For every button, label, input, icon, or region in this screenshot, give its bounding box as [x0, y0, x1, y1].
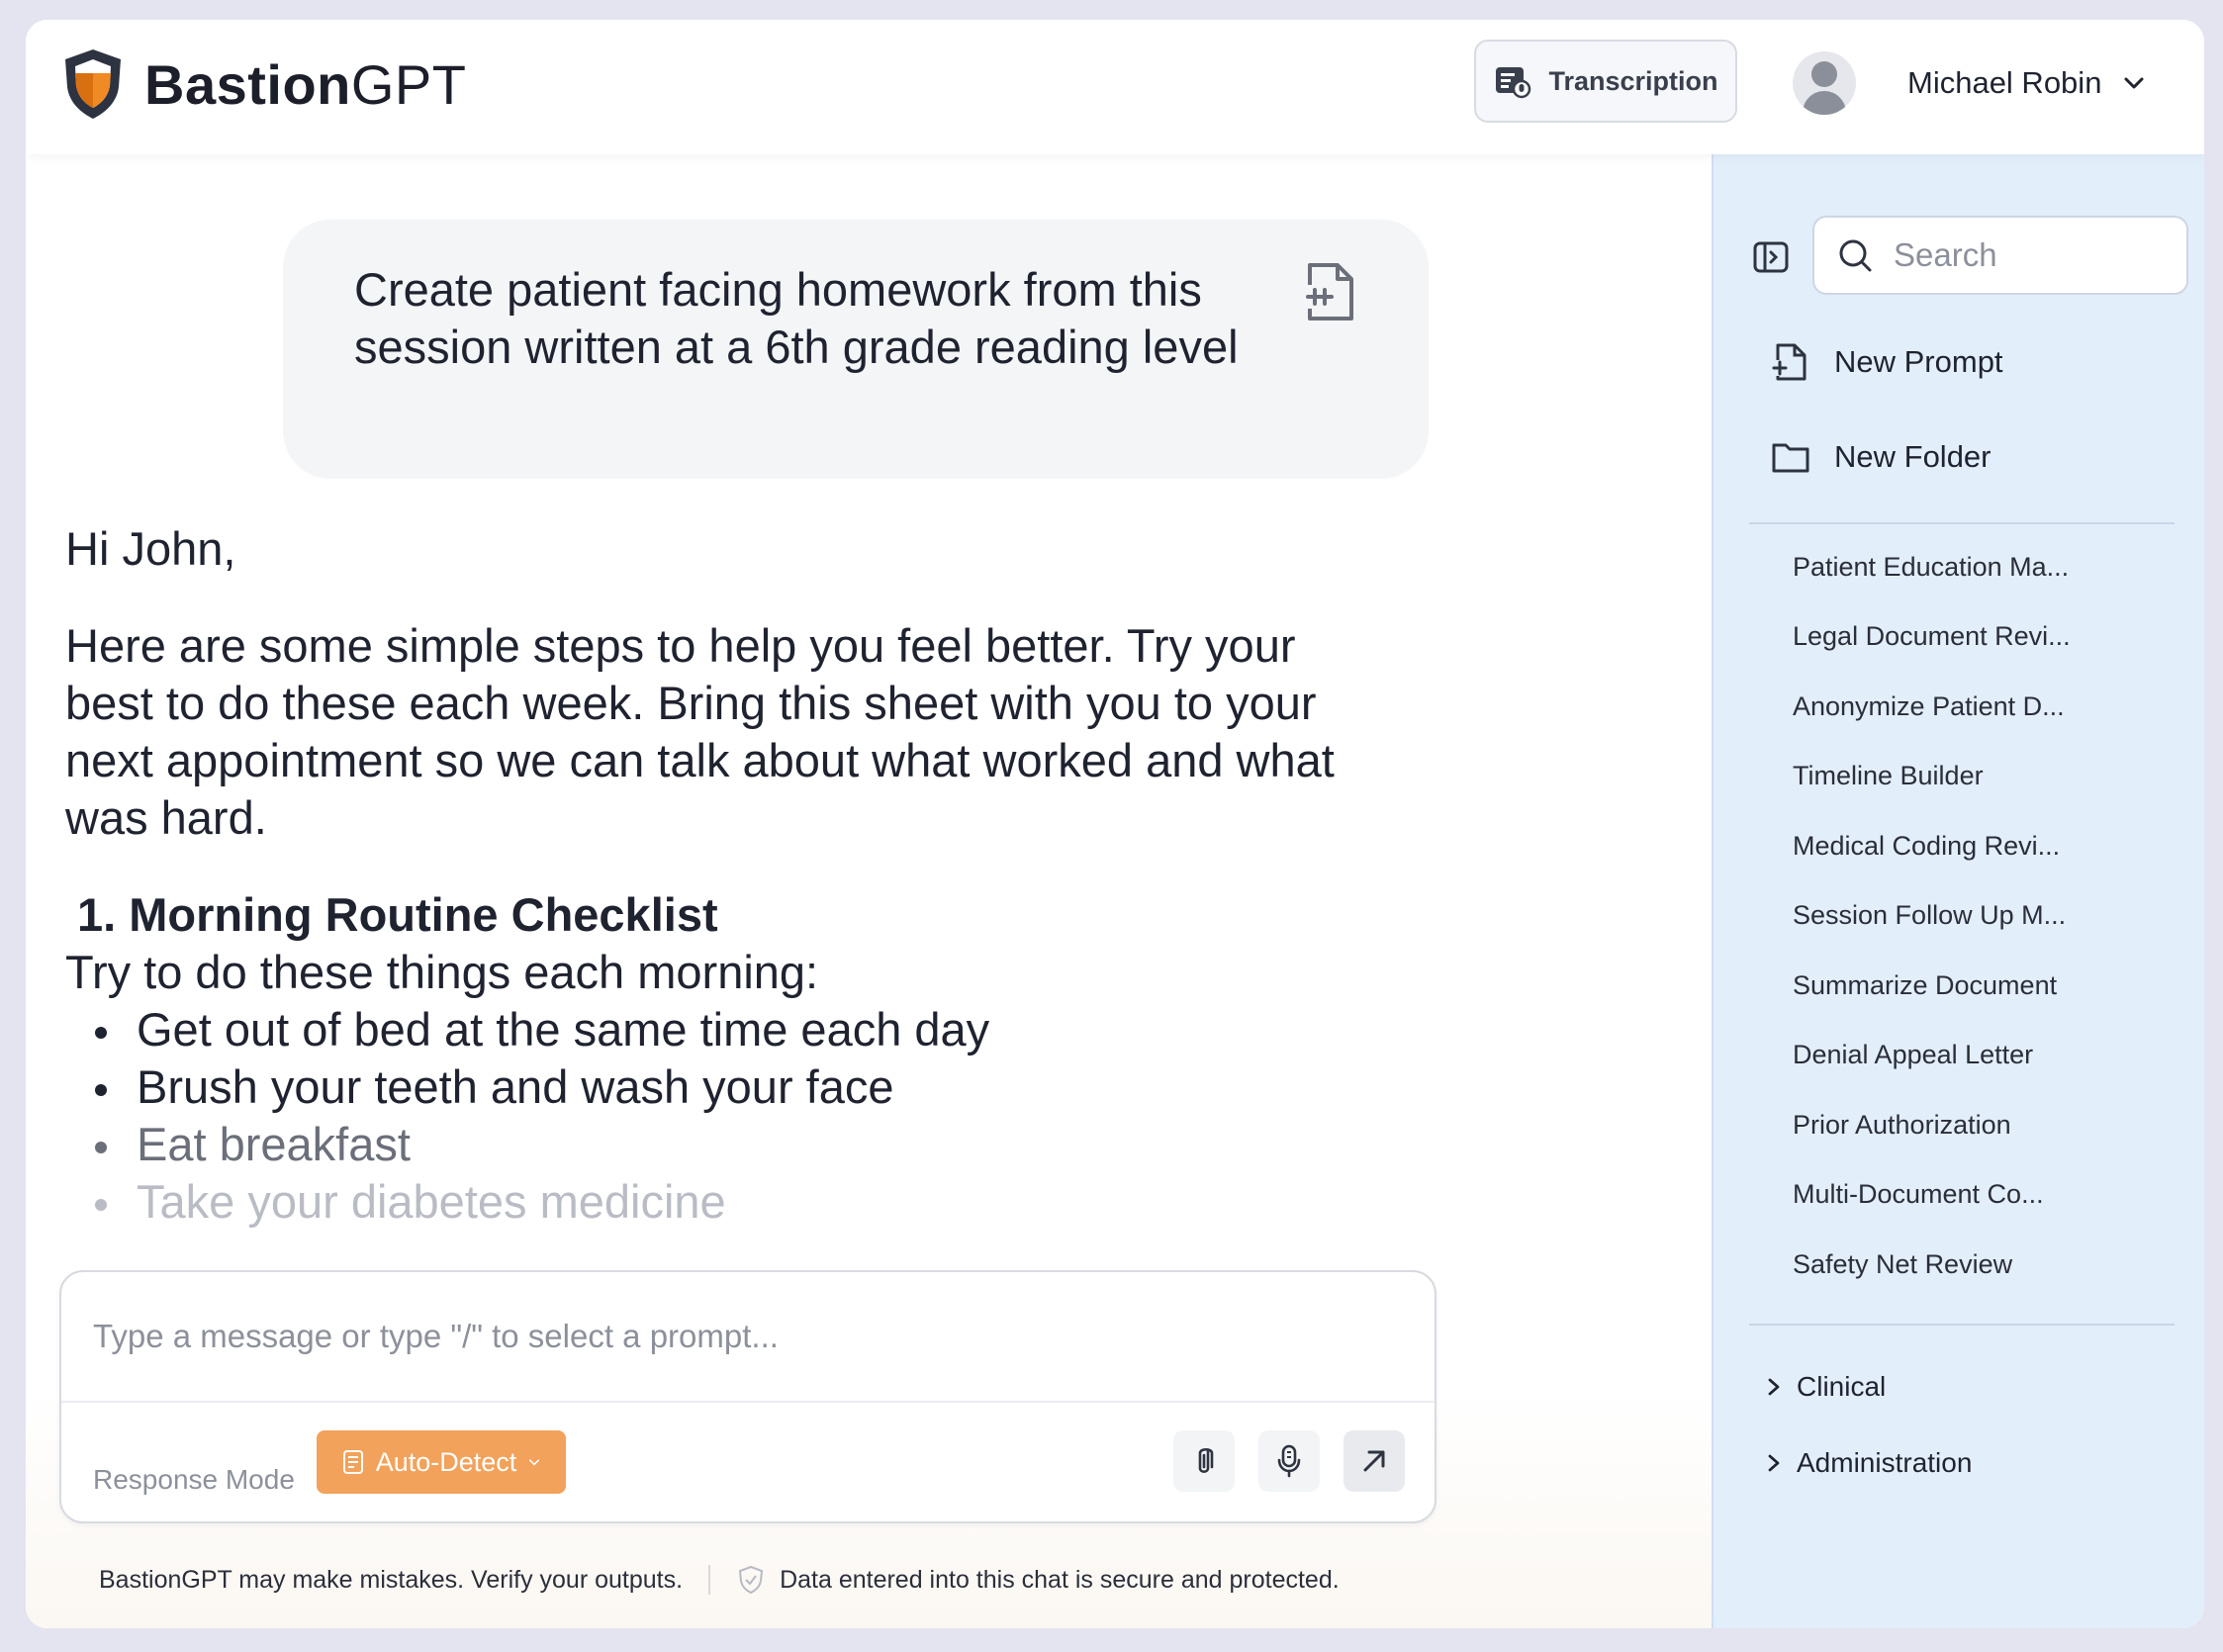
- prompt-item[interactable]: Medical Coding Revi...: [1793, 811, 2178, 881]
- user-menu[interactable]: Michael Robin: [1793, 49, 2149, 117]
- message-input[interactable]: [61, 1272, 1435, 1403]
- message-composer: Response Mode Auto-Detect: [59, 1270, 1436, 1523]
- disclaimer-bar: BastionGPT may make mistakes. Verify you…: [99, 1565, 1340, 1595]
- document-icon: [342, 1450, 363, 1474]
- microphone-button[interactable]: [1258, 1430, 1320, 1492]
- divider: [1749, 522, 2175, 524]
- checklist: Get out of bed at the same time each day…: [95, 1001, 1391, 1231]
- new-folder-button[interactable]: New Folder: [1771, 437, 1991, 477]
- prompt-item[interactable]: Summarize Document: [1793, 951, 2178, 1021]
- send-button[interactable]: [1343, 1430, 1405, 1492]
- folder-label: Clinical: [1797, 1371, 1887, 1402]
- app-window: BastionGPT Transcription Michael Robin C…: [26, 20, 2204, 1628]
- prompt-item[interactable]: Legal Document Revi...: [1793, 602, 2178, 673]
- prompt-sidebar: New Prompt New Folder Patient Education …: [1712, 154, 2204, 1628]
- chevron-right-icon: [1768, 1378, 1780, 1396]
- file-plus-icon[interactable]: [1304, 261, 1357, 322]
- folder-administration[interactable]: Administration: [1763, 1447, 1972, 1479]
- search-input[interactable]: [1894, 236, 2171, 274]
- chat-area: Create patient facing homework from this…: [26, 154, 1712, 1628]
- microphone-icon: [1277, 1444, 1301, 1478]
- prompt-list: Patient Education Ma... Legal Document R…: [1793, 532, 2178, 1300]
- prompt-item[interactable]: Safety Net Review: [1793, 1230, 2178, 1300]
- prompt-item[interactable]: Session Follow Up M...: [1793, 881, 2178, 952]
- response-mode-label: Response Mode: [93, 1464, 295, 1495]
- assistant-reply: Hi John, Here are some simple steps to h…: [65, 520, 1391, 1231]
- shield-check-icon: [738, 1565, 764, 1595]
- chevron-down-icon: [2124, 77, 2144, 89]
- transcription-label: Transcription: [1548, 65, 1718, 96]
- user-message-text: Create patient facing homework from this…: [354, 263, 1239, 373]
- attach-button[interactable]: [1173, 1430, 1235, 1492]
- prompt-item[interactable]: Anonymize Patient D...: [1793, 672, 2178, 742]
- list-item: Get out of bed at the same time each day: [95, 1001, 1391, 1058]
- list-item: Eat breakfast: [95, 1116, 1391, 1173]
- prompt-item[interactable]: Timeline Builder: [1793, 742, 2178, 812]
- top-header: BastionGPT Transcription Michael Robin: [26, 20, 2204, 154]
- reply-greeting: Hi John,: [65, 522, 236, 575]
- disclaimer-text: BastionGPT may make mistakes. Verify you…: [99, 1565, 684, 1594]
- app-name: BastionGPT: [144, 52, 467, 116]
- search-box: [1812, 216, 2188, 295]
- divider: [708, 1565, 711, 1595]
- transcription-button[interactable]: Transcription: [1474, 40, 1737, 123]
- prompt-item[interactable]: Multi-Document Co...: [1793, 1160, 2178, 1231]
- new-folder-label: New Folder: [1834, 439, 1991, 474]
- divider: [1749, 1324, 2175, 1326]
- shield-logo-icon: [65, 49, 121, 119]
- chevron-down-icon: [529, 1459, 540, 1466]
- list-item: Take your diabetes medicine: [95, 1173, 1391, 1231]
- new-prompt-label: New Prompt: [1834, 344, 2003, 379]
- reply-section-intro: Try to do these things each morning:: [65, 946, 819, 998]
- folder-label: Administration: [1797, 1447, 1973, 1478]
- prompt-item[interactable]: Patient Education Ma...: [1793, 532, 2178, 602]
- search-icon: [1839, 239, 1872, 272]
- reply-intro: Here are some simple steps to help you f…: [65, 619, 1335, 844]
- arrow-up-right-icon: [1363, 1450, 1385, 1472]
- file-plus-icon: [1772, 343, 1806, 381]
- app-logo[interactable]: BastionGPT: [61, 47, 466, 121]
- security-text: Data entered into this chat is secure an…: [780, 1565, 1340, 1594]
- sidebar-toggle-icon[interactable]: [1751, 237, 1791, 277]
- chevron-right-icon: [1768, 1454, 1780, 1472]
- new-prompt-button[interactable]: New Prompt: [1771, 342, 2003, 382]
- response-mode-dropdown[interactable]: Auto-Detect: [317, 1430, 566, 1494]
- security-note: Data entered into this chat is secure an…: [736, 1565, 1340, 1595]
- user-name: Michael Robin: [1907, 65, 2102, 100]
- prompt-item[interactable]: Denial Appeal Letter: [1793, 1021, 2178, 1091]
- folder-icon: [1772, 443, 1809, 473]
- list-item: Brush your teeth and wash your face: [95, 1058, 1391, 1116]
- transcription-icon: [1496, 67, 1531, 99]
- avatar: [1793, 51, 1856, 115]
- reply-section-title: 1. Morning Routine Checklist: [77, 888, 718, 941]
- folder-clinical[interactable]: Clinical: [1763, 1371, 1886, 1403]
- user-message-bubble: Create patient facing homework from this…: [283, 220, 1429, 479]
- prompt-item[interactable]: Prior Authorization: [1793, 1090, 2178, 1160]
- auto-detect-label: Auto-Detect: [375, 1446, 517, 1477]
- paperclip-icon: [1198, 1447, 1214, 1474]
